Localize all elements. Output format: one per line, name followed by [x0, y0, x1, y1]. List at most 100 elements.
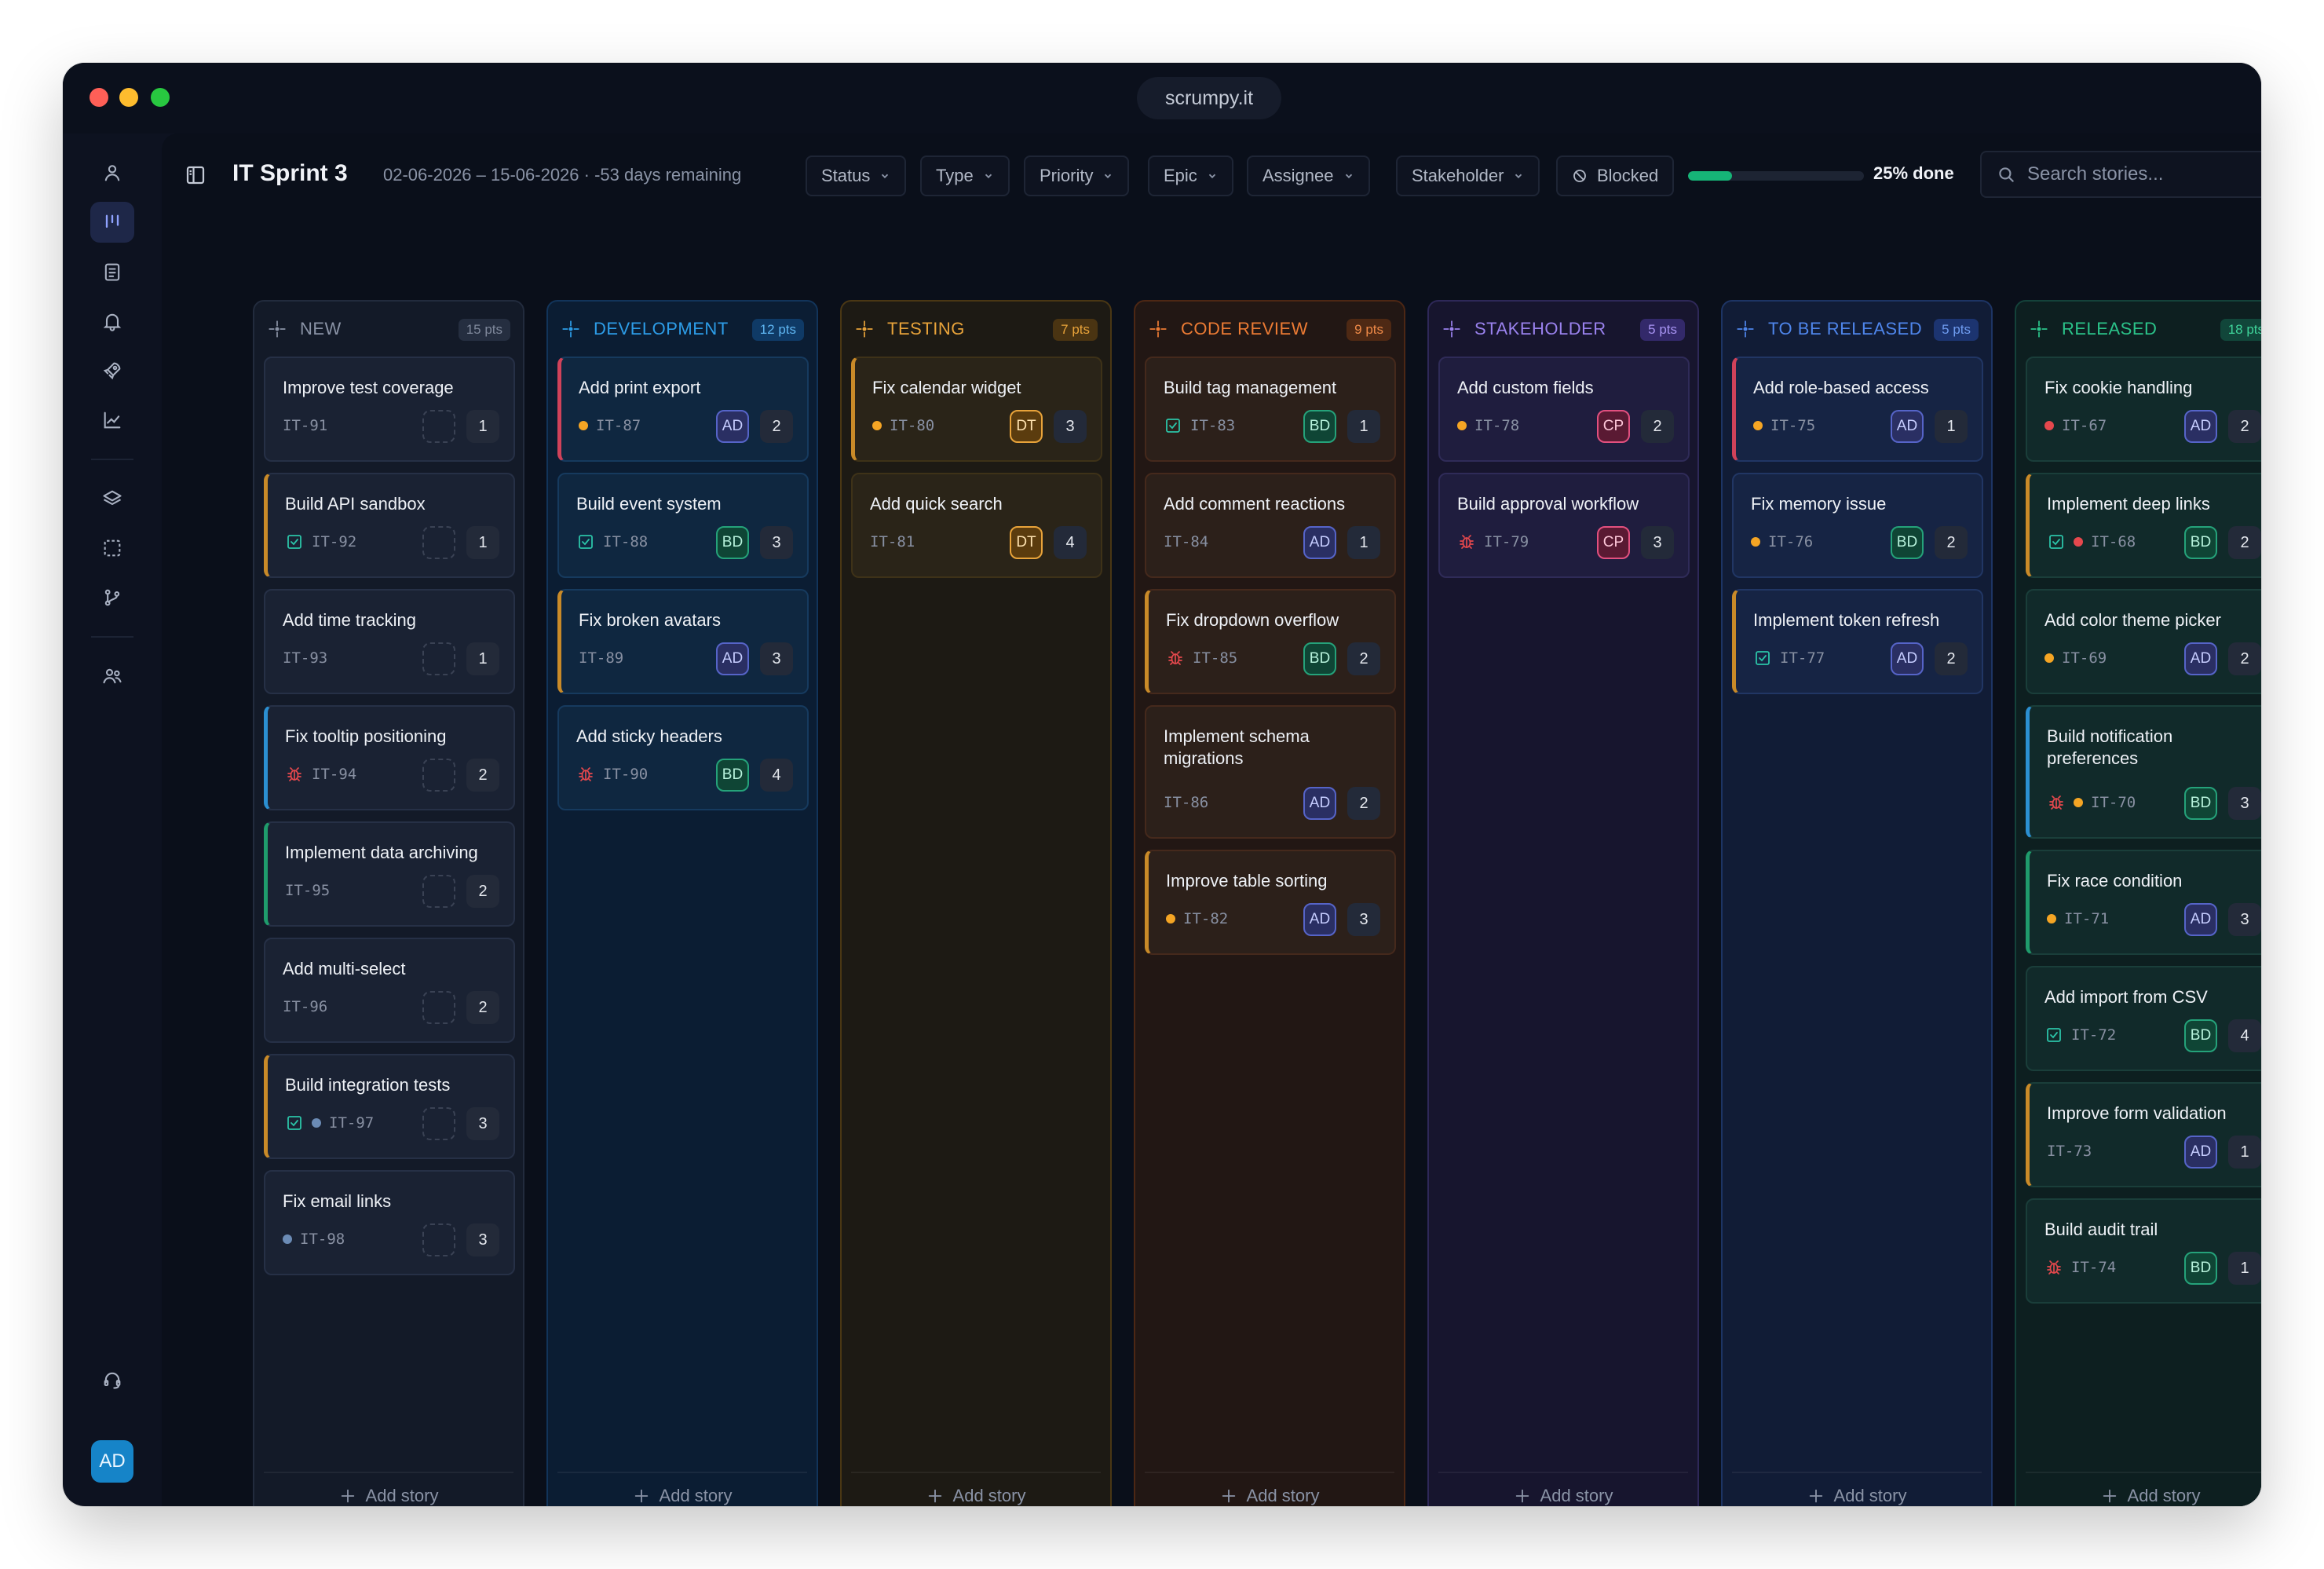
- filter-priority[interactable]: Priority: [1024, 155, 1130, 196]
- assignee-avatar[interactable]: AD: [2184, 1136, 2217, 1169]
- assign-user-slot[interactable]: [422, 526, 455, 559]
- story-card[interactable]: Add import from CSV IT-72 BD 4: [2026, 966, 2261, 1071]
- filter-epic[interactable]: Epic: [1148, 155, 1233, 196]
- assignee-avatar[interactable]: AD: [716, 642, 749, 675]
- story-card[interactable]: Add role-based access IT-75 AD 1: [1732, 357, 1983, 462]
- assignee-avatar[interactable]: CP: [1597, 410, 1630, 443]
- story-card[interactable]: Build notification preferences IT-70 BD 3: [2026, 705, 2261, 839]
- story-card[interactable]: Implement data archiving IT-95 2: [264, 821, 515, 927]
- story-card[interactable]: Add quick search IT-81 DT 4: [851, 473, 1102, 578]
- add-story-button[interactable]: Add story: [1438, 1472, 1688, 1506]
- assignee-avatar[interactable]: BD: [1303, 642, 1336, 675]
- sidebar-item-board[interactable]: [90, 202, 134, 243]
- user-avatar[interactable]: AD: [91, 1440, 133, 1483]
- filter-type[interactable]: Type: [920, 155, 1010, 196]
- story-card[interactable]: Build API sandbox IT-92 1: [264, 473, 515, 578]
- story-card[interactable]: Build event system IT-88 BD 3: [557, 473, 809, 578]
- assignee-avatar[interactable]: BD: [716, 759, 749, 792]
- story-card[interactable]: Fix race condition IT-71 AD 3: [2026, 850, 2261, 955]
- assignee-avatar[interactable]: AD: [2184, 410, 2217, 443]
- filter-blocked[interactable]: Blocked: [1556, 155, 1675, 196]
- story-card[interactable]: Implement token refresh IT-77 AD 2: [1732, 589, 1983, 694]
- assignee-avatar[interactable]: AD: [1891, 410, 1924, 443]
- story-card[interactable]: Fix broken avatars IT-89 AD 3: [557, 589, 809, 694]
- story-card[interactable]: Add time tracking IT-93 1: [264, 589, 515, 694]
- add-story-button[interactable]: Add story: [2026, 1472, 2261, 1506]
- assign-user-slot[interactable]: [422, 1107, 455, 1140]
- sidebar-toggle-icon[interactable]: [184, 163, 207, 187]
- story-card[interactable]: Add multi-select IT-96 2: [264, 938, 515, 1043]
- sidebar-item-notifications[interactable]: [90, 301, 134, 342]
- filter-status[interactable]: Status: [806, 155, 907, 196]
- story-card[interactable]: Implement deep links IT-68 BD 2: [2026, 473, 2261, 578]
- story-card[interactable]: Add comment reactions IT-84 AD 1: [1145, 473, 1396, 578]
- sidebar-item-backlog[interactable]: [90, 251, 134, 292]
- assignee-avatar[interactable]: AD: [1303, 526, 1336, 559]
- story-card[interactable]: Build integration tests IT-97 3: [264, 1054, 515, 1159]
- story-card[interactable]: Improve test coverage IT-91 1: [264, 357, 515, 462]
- assignee-avatar[interactable]: BD: [1891, 526, 1924, 559]
- story-card[interactable]: Improve form validation IT-73 AD 1: [2026, 1082, 2261, 1187]
- assignee-avatar[interactable]: BD: [2184, 787, 2217, 820]
- assignee-avatar[interactable]: BD: [1303, 410, 1336, 443]
- story-card[interactable]: Fix dropdown overflow IT-85 BD 2: [1145, 589, 1396, 694]
- support-button[interactable]: [90, 1359, 134, 1400]
- story-card[interactable]: Fix email links IT-98 3: [264, 1170, 515, 1275]
- drag-handle-icon[interactable]: [1148, 319, 1168, 339]
- assignee-avatar[interactable]: BD: [2184, 1252, 2217, 1285]
- sidebar-item-releases[interactable]: [90, 350, 134, 391]
- filter-stakeholder[interactable]: Stakeholder: [1396, 155, 1540, 196]
- filter-assignee[interactable]: Assignee: [1247, 155, 1370, 196]
- story-card[interactable]: Fix tooltip positioning IT-94 2: [264, 705, 515, 810]
- drag-handle-icon[interactable]: [267, 319, 287, 339]
- assignee-avatar[interactable]: AD: [1303, 787, 1336, 820]
- assignee-avatar[interactable]: AD: [2184, 903, 2217, 936]
- story-card[interactable]: Improve table sorting IT-82 AD 3: [1145, 850, 1396, 955]
- story-card[interactable]: Add sticky headers IT-90 BD 4: [557, 705, 809, 810]
- story-card[interactable]: Fix memory issue IT-76 BD 2: [1732, 473, 1983, 578]
- drag-handle-icon[interactable]: [1735, 319, 1756, 339]
- assignee-avatar[interactable]: CP: [1597, 526, 1630, 559]
- add-story-button[interactable]: Add story: [264, 1472, 513, 1506]
- drag-handle-icon[interactable]: [561, 319, 581, 339]
- assign-user-slot[interactable]: [422, 991, 455, 1024]
- assignee-avatar[interactable]: AD: [1891, 642, 1924, 675]
- story-card[interactable]: Build audit trail IT-74 BD 1: [2026, 1198, 2261, 1304]
- assign-user-slot[interactable]: [422, 1223, 455, 1256]
- assignee-avatar[interactable]: BD: [716, 526, 749, 559]
- assignee-avatar[interactable]: DT: [1010, 526, 1043, 559]
- assign-user-slot[interactable]: [422, 759, 455, 792]
- assignee-avatar[interactable]: BD: [2184, 1019, 2217, 1052]
- add-story-button[interactable]: Add story: [1732, 1472, 1982, 1506]
- sidebar-item-reports[interactable]: [90, 400, 134, 441]
- story-card[interactable]: Add custom fields IT-78 CP 2: [1438, 357, 1690, 462]
- story-card[interactable]: Implement schema migrations IT-86 AD 2: [1145, 705, 1396, 839]
- search-box[interactable]: [1980, 151, 2261, 198]
- url-bar[interactable]: scrumpy.it: [1137, 77, 1281, 119]
- drag-handle-icon[interactable]: [2029, 319, 2049, 339]
- search-input[interactable]: [2027, 163, 2261, 185]
- story-card[interactable]: Fix cookie handling IT-67 AD 2: [2026, 357, 2261, 462]
- sidebar-item-layers[interactable]: [90, 478, 134, 519]
- story-card[interactable]: Add print export IT-87 AD 2: [557, 357, 809, 462]
- drag-handle-icon[interactable]: [1442, 319, 1462, 339]
- assign-user-slot[interactable]: [422, 642, 455, 675]
- assignee-avatar[interactable]: AD: [716, 410, 749, 443]
- assignee-avatar[interactable]: DT: [1010, 410, 1043, 443]
- add-story-button[interactable]: Add story: [557, 1472, 807, 1506]
- assignee-avatar[interactable]: AD: [1303, 903, 1336, 936]
- assign-user-slot[interactable]: [422, 410, 455, 443]
- story-card[interactable]: Build approval workflow IT-79 CP 3: [1438, 473, 1690, 578]
- sidebar-item-branches[interactable]: [90, 577, 134, 618]
- maximize-window-button[interactable]: [151, 88, 170, 107]
- assignee-avatar[interactable]: BD: [2184, 526, 2217, 559]
- sidebar-item-members[interactable]: [90, 656, 134, 697]
- assign-user-slot[interactable]: [422, 875, 455, 908]
- story-card[interactable]: Build tag management IT-83 BD 1: [1145, 357, 1396, 462]
- sidebar-item-selection[interactable]: [90, 528, 134, 569]
- sidebar-item-team[interactable]: [90, 152, 134, 193]
- drag-handle-icon[interactable]: [854, 319, 875, 339]
- story-card[interactable]: Add color theme picker IT-69 AD 2: [2026, 589, 2261, 694]
- assignee-avatar[interactable]: AD: [2184, 642, 2217, 675]
- story-card[interactable]: Fix calendar widget IT-80 DT 3: [851, 357, 1102, 462]
